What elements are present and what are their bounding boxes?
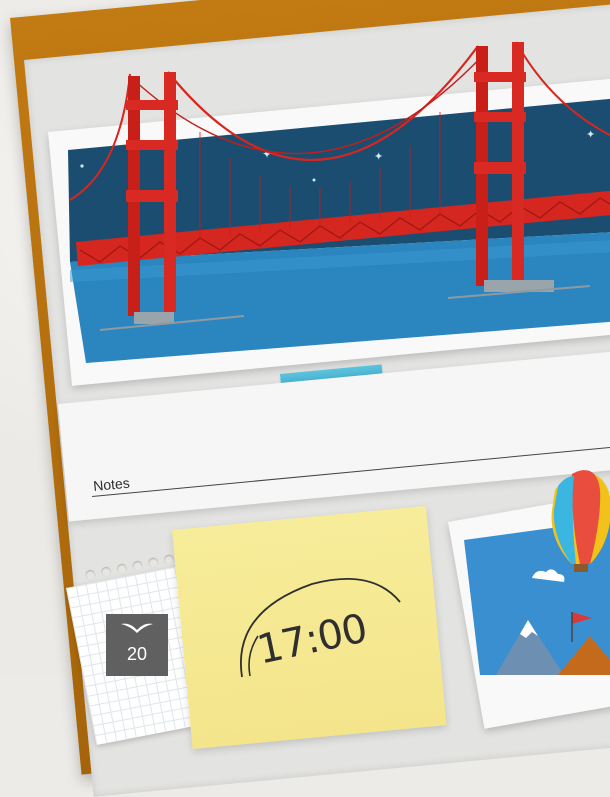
notes-label: Notes [92,474,131,494]
calendar-day: 20 [126,644,148,664]
bridge-illustration: ✦ ✦ ✦ [68,41,610,363]
calendar-widget[interactable]: 20 [106,614,168,676]
star-dot [80,164,84,168]
pinboard-scene: ✦ ✦ ✦ Notes 20 17:00 [0,0,610,797]
gull-icon [121,623,153,633]
star-icon: ✦ [586,128,595,141]
balloon-illustration [464,470,610,675]
star-icon: ✦ [374,150,383,163]
star-dot [312,178,316,182]
